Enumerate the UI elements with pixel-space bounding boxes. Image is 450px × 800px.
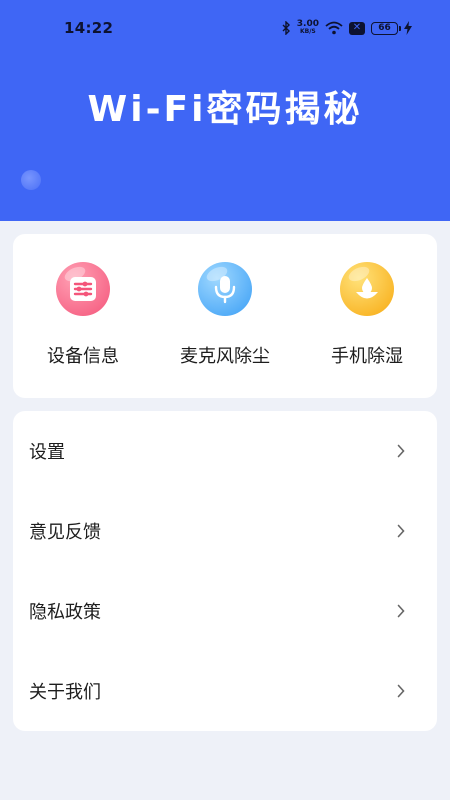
menu-item-settings[interactable]: 设置: [13, 411, 437, 491]
wifi-icon: [325, 21, 343, 35]
menu-item-label: 设置: [29, 442, 65, 463]
status-time: 14:22: [64, 19, 114, 37]
menu-item-label: 关于我们: [29, 682, 101, 703]
status-bar: 14:22 3.00 KB/S ✕ 66: [0, 0, 450, 56]
speed-value: 3.00: [296, 19, 319, 29]
header-banner: 14:22 3.00 KB/S ✕ 66 Wi-Fi密码揭秘: [0, 0, 450, 221]
tools-card: 设备信息 麦克风除尘 手机除湿: [13, 234, 437, 398]
water-drop-icon: [340, 262, 394, 316]
speed-unit: KB/S: [300, 28, 316, 35]
network-speed: 3.00 KB/S: [297, 20, 319, 36]
menu-item-label: 意见反馈: [29, 522, 101, 543]
chevron-right-icon: [397, 604, 405, 618]
device-info-icon: [56, 262, 110, 316]
app-title: Wi-Fi密码揭秘: [87, 89, 363, 130]
chevron-right-icon: [397, 684, 405, 698]
menu-item-feedback[interactable]: 意见反馈: [13, 491, 437, 571]
menu-item-label: 隐私政策: [29, 602, 101, 623]
tool-microphone-dust[interactable]: 麦克风除尘: [160, 262, 290, 368]
battery-icon: 66: [371, 21, 401, 35]
tool-phone-dehumidify[interactable]: 手机除湿: [302, 262, 432, 368]
battery-level: 66: [378, 23, 391, 33]
tool-label: 麦克风除尘: [180, 346, 270, 367]
chevron-right-icon: [397, 444, 405, 458]
tool-label: 手机除湿: [331, 346, 403, 367]
charging-icon: [404, 21, 412, 35]
bluetooth-icon: [282, 21, 291, 35]
notification-x-icon: ✕: [349, 21, 365, 35]
decorative-dot: [21, 170, 41, 190]
tool-device-info[interactable]: 设备信息: [18, 262, 148, 368]
menu-item-privacy-policy[interactable]: 隐私政策: [13, 571, 437, 651]
menu-item-about-us[interactable]: 关于我们: [13, 651, 437, 731]
tool-label: 设备信息: [47, 346, 119, 367]
status-icons: 3.00 KB/S ✕ 66: [282, 17, 412, 39]
menu-card: 设置 意见反馈 隐私政策 关于我们: [13, 411, 437, 731]
chevron-right-icon: [397, 524, 405, 538]
microphone-icon: [198, 262, 252, 316]
